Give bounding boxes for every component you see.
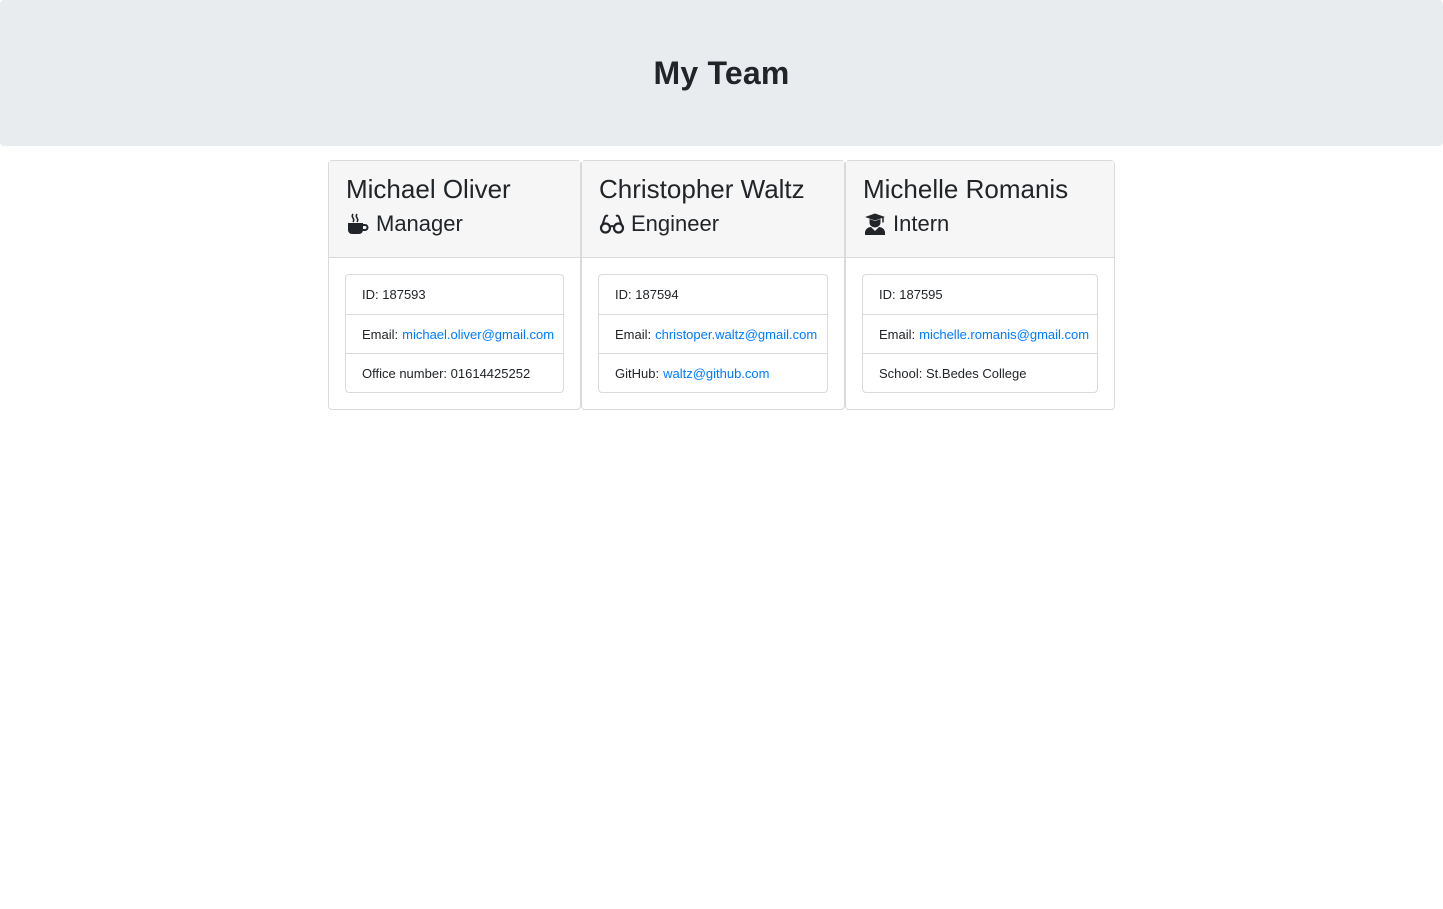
card-body: ID: 187593 Email: michael.oliver@gmail.c… [329, 258, 580, 409]
id-label: ID: [879, 287, 896, 302]
employee-name: Michael Oliver [346, 174, 511, 204]
employee-role: Intern [863, 211, 1097, 237]
team-cards: Michael Oliver Manager ID: 187593 Email:… [328, 160, 1115, 410]
employee-github: GitHub: waltz@github.com [599, 353, 827, 392]
office-label: Office number: [362, 365, 448, 381]
school-value: St.Bedes College [926, 365, 1027, 381]
card-body: ID: 187595 Email: michelle.romanis@gmail… [846, 258, 1114, 409]
email-label: Email: [615, 326, 652, 342]
id-value: 187595 [899, 287, 943, 302]
employee-card-manager: Michael Oliver Manager ID: 187593 Email:… [328, 160, 581, 410]
card-header: Michelle Romanis Intern [846, 161, 1114, 258]
github-label: GitHub: [615, 365, 660, 381]
employee-id: ID: 187595 [863, 275, 1097, 314]
graduate-icon [863, 212, 887, 236]
id-value: 187594 [635, 287, 679, 302]
glasses-icon [599, 212, 625, 236]
school-label: School: [879, 365, 923, 381]
card-body: ID: 187594 Email: christoper.waltz@gmail… [582, 258, 844, 409]
employee-card-engineer: Christopher Waltz Engineer ID: 187594 Em… [581, 160, 845, 410]
email-link[interactable]: michelle.romanis@gmail.com [919, 327, 1089, 342]
card-header: Christopher Waltz Engineer [582, 161, 844, 258]
id-value: 187593 [382, 287, 426, 302]
email-label: Email: [879, 326, 916, 342]
github-link[interactable]: waltz@github.com [663, 366, 769, 381]
employee-name: Christopher Waltz [599, 174, 805, 204]
id-label: ID: [615, 287, 632, 302]
email-label: Email: [362, 326, 399, 342]
card-header: Michael Oliver Manager [329, 161, 580, 258]
id-label: ID: [362, 287, 379, 302]
role-label: Manager [376, 211, 463, 236]
employee-card-intern: Michelle Romanis Intern ID: 187595 Email… [845, 160, 1115, 410]
office-value: 01614425252 [450, 365, 531, 381]
page-header: My Team [0, 0, 1443, 146]
employee-role: Engineer [599, 211, 827, 237]
employee-role: Manager [346, 211, 563, 237]
email-link[interactable]: christoper.waltz@gmail.com [655, 327, 817, 342]
employee-office-number: Office number: 01614425252 [346, 353, 563, 392]
employee-details: ID: 187593 Email: michael.oliver@gmail.c… [345, 274, 564, 393]
employee-details: ID: 187595 Email: michelle.romanis@gmail… [862, 274, 1098, 393]
page-title: My Team [653, 54, 790, 91]
employee-name: Michelle Romanis [863, 174, 1069, 204]
employee-id: ID: 187594 [599, 275, 827, 314]
employee-email: Email: christoper.waltz@gmail.com [599, 314, 827, 353]
role-label: Intern [893, 211, 950, 236]
employee-email: Email: michael.oliver@gmail.com [346, 314, 563, 353]
role-label: Engineer [631, 211, 720, 236]
employee-details: ID: 187594 Email: christoper.waltz@gmail… [598, 274, 828, 393]
employee-email: Email: michelle.romanis@gmail.com [863, 314, 1097, 353]
employee-id: ID: 187593 [346, 275, 563, 314]
coffee-mug-icon [346, 212, 370, 236]
email-link[interactable]: michael.oliver@gmail.com [402, 327, 554, 342]
employee-school: School: St.Bedes College [863, 353, 1097, 392]
